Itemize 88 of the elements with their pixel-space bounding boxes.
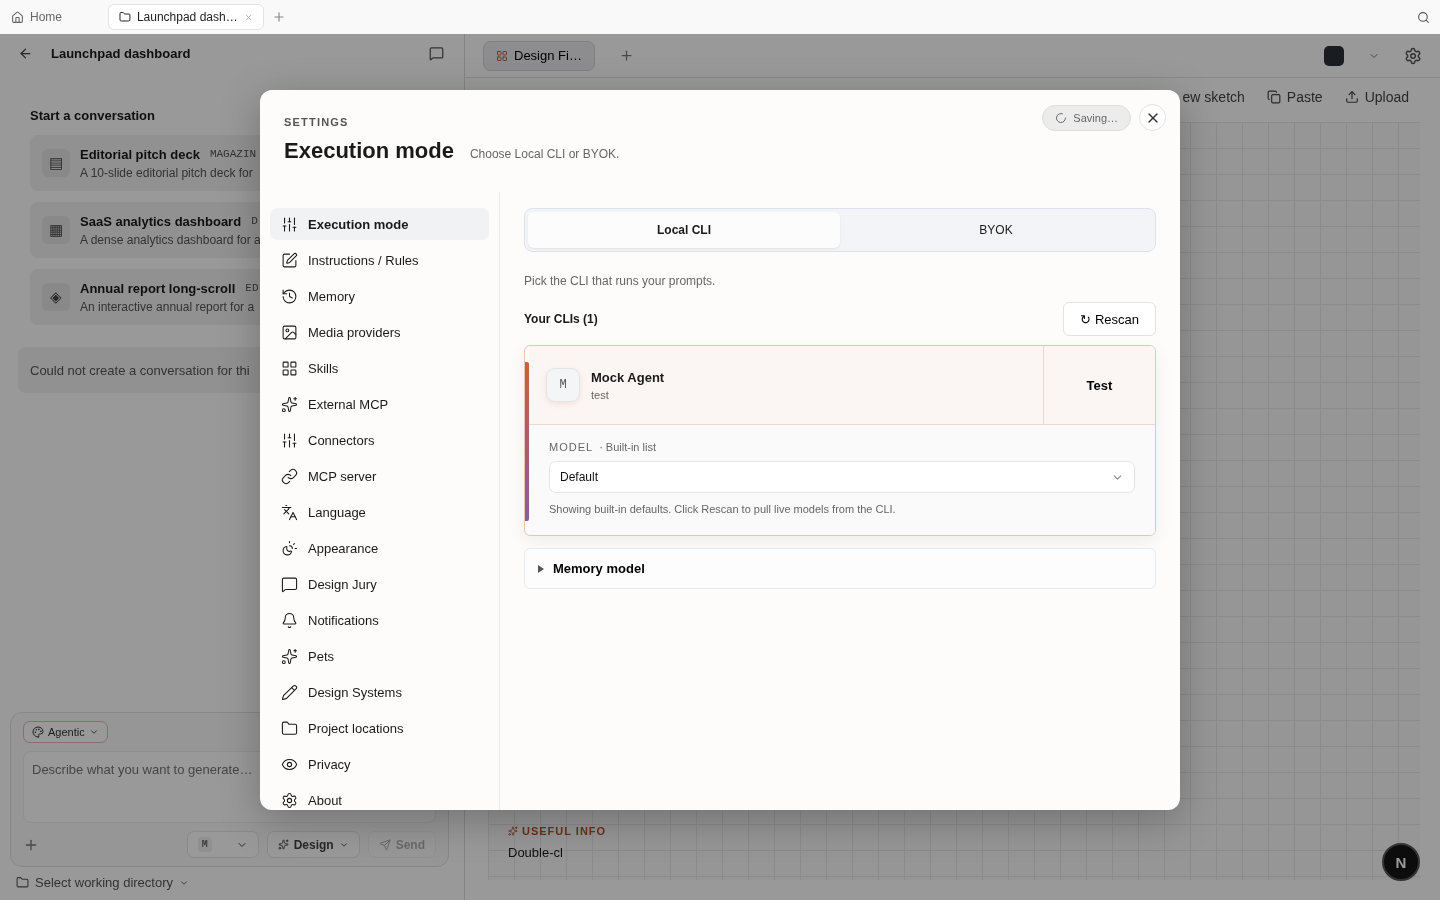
model-source: · Built-in list xyxy=(599,441,656,453)
settings-icon xyxy=(281,791,298,809)
settings-icon[interactable] xyxy=(1404,46,1422,65)
test-button[interactable]: Test xyxy=(1043,346,1155,424)
mode-tab[interactable]: Local CLI xyxy=(528,212,840,248)
chat-bubble-icon[interactable] xyxy=(429,45,444,61)
help-text: Showing built-in defaults. Click Rescan to pull live models from the CLI. xyxy=(549,503,897,515)
panel-title: Launchpad dashboard xyxy=(51,45,192,61)
cli-avatar: M xyxy=(546,368,580,402)
nav-item[interactable]: Appearance xyxy=(270,532,489,564)
clis-heading: Your CLIs (1) xyxy=(524,312,598,326)
mode-tab[interactable]: BYOK xyxy=(840,212,1152,248)
sparkles-icon xyxy=(508,826,518,836)
nav-item[interactable]: Language xyxy=(270,496,489,528)
sliders-icon xyxy=(281,215,298,233)
template-description: An interactive annual report for a xyxy=(80,299,256,314)
pencil-icon xyxy=(281,683,298,701)
chevron-icon xyxy=(88,727,99,737)
grid-icon xyxy=(281,359,298,377)
hint-text: Pick the CLI that runs your prompts. xyxy=(524,274,717,288)
copy-icon xyxy=(1266,90,1281,104)
sparkles-icon xyxy=(281,647,298,665)
spinner-icon xyxy=(1055,111,1068,124)
folder-icon xyxy=(16,876,29,889)
palette-icon xyxy=(32,726,44,738)
info-text: Double-cl xyxy=(508,845,564,860)
history-icon xyxy=(281,287,298,305)
new-tab-icon[interactable] xyxy=(618,48,634,63)
template-icon: ▤ xyxy=(42,149,70,177)
chat-bubble-icon xyxy=(281,575,298,593)
template-description: A dense analytics dashboard for a xyxy=(80,232,261,247)
cli-name: Mock Agent xyxy=(591,369,665,385)
toolbar-button[interactable]: Paste xyxy=(1266,89,1323,105)
nav-item[interactable]: Notifications xyxy=(270,604,489,636)
info-heading: USEFUL INFO xyxy=(508,825,1400,837)
bell-icon xyxy=(281,611,298,629)
model-label: MODEL xyxy=(549,441,594,453)
dialog-eyebrow: SETTINGS xyxy=(284,116,349,128)
sparkles-icon xyxy=(281,395,298,413)
rescan-button[interactable]: ↻ Rescan xyxy=(1063,302,1156,336)
template-description: A 10-slide editorial pitch deck for xyxy=(80,165,254,180)
dialog-subtitle: Choose Local CLI or BYOK. xyxy=(469,147,620,161)
template-title: Annual report long-scroll xyxy=(80,280,236,296)
close-button[interactable] xyxy=(1139,104,1166,131)
nav-item[interactable]: MCP server xyxy=(270,460,489,492)
model-select[interactable]: Default xyxy=(549,461,1135,493)
browser-tab[interactable]: Launchpad dash… xyxy=(108,4,264,30)
back-icon[interactable] xyxy=(18,45,33,61)
template-title: SaaS analytics dashboard xyxy=(80,213,242,229)
image-icon xyxy=(281,323,298,341)
template-tag: ED xyxy=(245,282,259,294)
translate-icon xyxy=(281,503,298,521)
working-directory-button[interactable]: Select working directory xyxy=(16,875,464,890)
app-icon[interactable] xyxy=(1324,45,1344,66)
mode-chip[interactable]: Agentic xyxy=(23,721,108,743)
template-title: Editorial pitch deck xyxy=(80,146,200,162)
model-selector[interactable]: M xyxy=(186,831,259,858)
file-tab[interactable]: Design Fi… xyxy=(483,40,595,71)
template-tag: D xyxy=(251,215,258,227)
saving-status: Saving… xyxy=(1042,104,1131,131)
grid-icon xyxy=(496,49,508,62)
pen-square-icon xyxy=(281,251,298,269)
caret-right-icon xyxy=(537,564,545,573)
template-tag: MAGAZIN xyxy=(209,148,257,160)
sparkles-icon xyxy=(277,839,289,850)
section-title: Start a conversation xyxy=(30,108,155,123)
toolbar-button[interactable]: ew sketch xyxy=(1182,89,1245,105)
nav-item[interactable]: Connectors xyxy=(270,424,489,456)
folder-icon xyxy=(119,10,131,24)
cli-subtitle: test xyxy=(591,388,610,401)
link-icon xyxy=(281,467,298,485)
template-icon: ◈ xyxy=(42,283,70,311)
nav-item[interactable]: Project locations xyxy=(270,712,489,744)
nav-item[interactable]: Design Jury xyxy=(270,568,489,600)
nav-item[interactable]: Pets xyxy=(270,640,489,672)
design-button[interactable]: Design xyxy=(266,831,360,858)
sliders-icon xyxy=(281,431,298,449)
browser-tab[interactable]: Home xyxy=(10,4,100,30)
toolbar-button[interactable]: Upload xyxy=(1344,89,1409,105)
home-icon xyxy=(11,10,24,24)
folder-icon xyxy=(281,719,298,737)
nav-item[interactable]: Execution mode xyxy=(270,208,489,240)
memory-model-toggle[interactable]: Memory model xyxy=(524,548,1156,589)
template-icon: ▦ xyxy=(42,216,70,244)
upload-icon xyxy=(1344,90,1359,104)
nav-item[interactable]: Design Systems xyxy=(270,676,489,708)
search-icon[interactable] xyxy=(1417,10,1430,24)
sun-moon-icon xyxy=(281,539,298,557)
